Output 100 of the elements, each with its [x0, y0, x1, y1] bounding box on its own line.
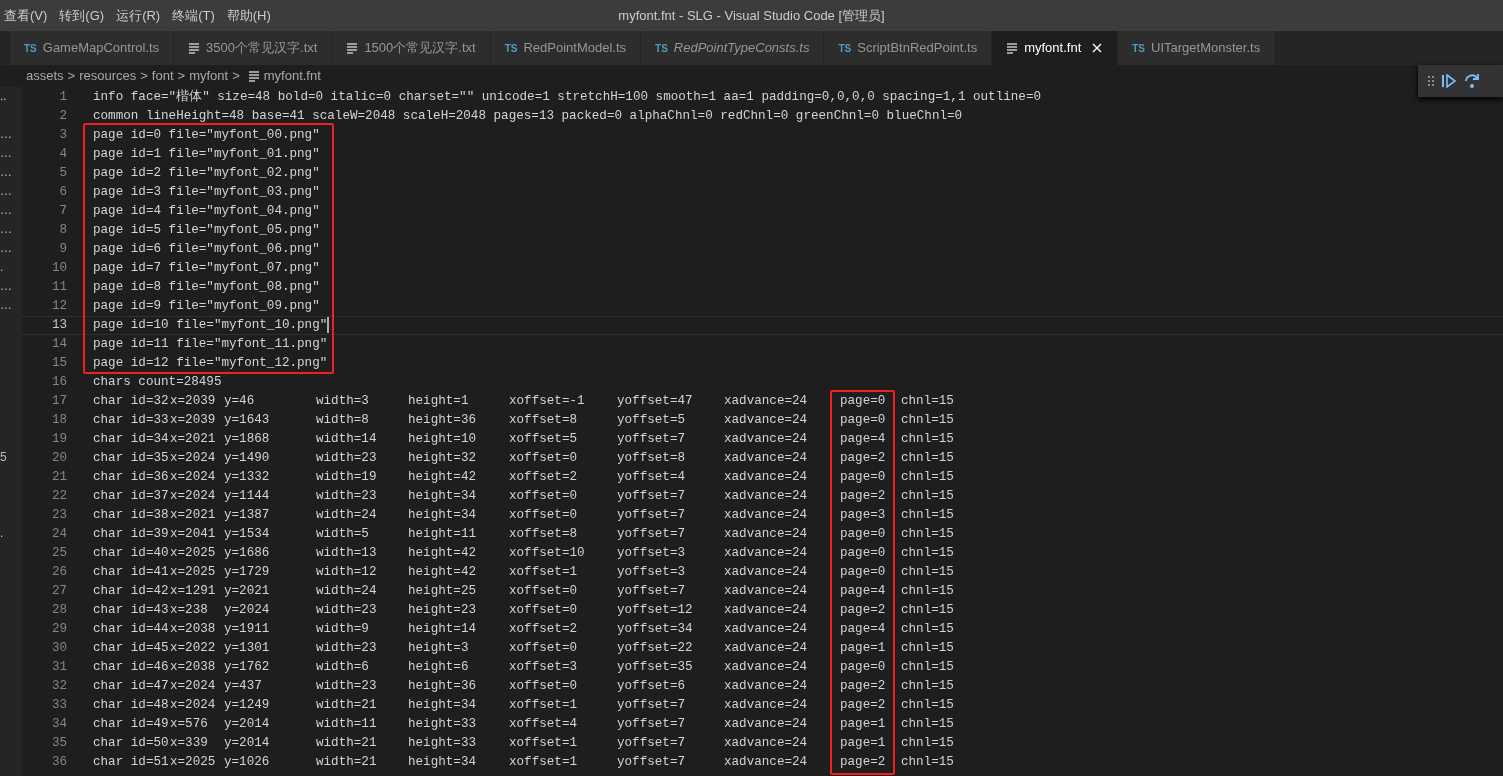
code-token: page=1: [840, 640, 886, 657]
panel-text-fragment: .: [0, 526, 4, 540]
code-token: page=2: [840, 678, 886, 695]
code-line: page id=3 file="myfont_03.png": [93, 184, 320, 201]
editor-tab[interactable]: TS ScriptBtnRedPoint.ts: [824, 31, 993, 65]
code-token: y=437: [224, 678, 262, 695]
panel-text-fragment: …: [0, 203, 12, 217]
code-token: y=1332: [224, 469, 270, 486]
editor-tab[interactable]: 1500个常见汉字.txt: [332, 31, 491, 65]
code-token: yoffset=7: [617, 526, 686, 543]
code-token: chnl=15: [901, 507, 954, 524]
typescript-icon: TS: [24, 40, 37, 56]
code-token: x=2041: [170, 526, 216, 543]
line-number: 5: [58, 165, 67, 182]
code-line: page id=2 file="myfont_02.png": [93, 165, 320, 182]
code-token: width=19: [316, 469, 377, 486]
line-number: 1: [58, 89, 67, 106]
code-token: width=21: [316, 735, 377, 752]
breadcrumb-item[interactable]: assets: [26, 66, 64, 86]
code-token: xoffset=3: [509, 659, 578, 676]
code-token: char id=35: [93, 450, 169, 467]
code-token: page=3: [840, 507, 886, 524]
code-token: width=11: [316, 716, 377, 733]
editor-tab[interactable]: TS GameMapControl.ts: [10, 31, 175, 65]
line-number: 36: [50, 754, 67, 771]
menu-item[interactable]: 帮助(H): [222, 0, 279, 31]
code-token: x=2038: [170, 621, 216, 638]
code-token: page=0: [840, 412, 886, 429]
panel-text-fragment: …: [0, 222, 12, 236]
line-number: 14: [50, 336, 67, 353]
code-token: xoffset=0: [509, 507, 578, 524]
editor-tab[interactable]: TS UITargetMonster.ts: [1118, 31, 1276, 65]
typescript-icon: TS: [838, 40, 852, 56]
code-token: page=0: [840, 545, 886, 562]
code-line: page id=7 file="myfont_07.png": [93, 260, 320, 277]
code-line: page id=9 file="myfont_09.png": [93, 298, 320, 315]
code-token: chnl=15: [901, 469, 954, 486]
code-token: char id=34: [93, 431, 169, 448]
code-token: y=1144: [224, 488, 270, 505]
code-token: xadvance=24: [724, 450, 808, 467]
line-number: 10: [50, 260, 67, 277]
editor-tab[interactable]: TS RedPointModel.ts: [490, 31, 642, 65]
code-token: xoffset=1: [509, 697, 578, 714]
code-token: width=24: [316, 507, 377, 524]
panel-text-fragment: …: [0, 165, 12, 179]
menu-item[interactable]: 运行(R): [112, 0, 169, 31]
code-token: page=2: [840, 697, 886, 714]
code-token: x=2024: [170, 450, 216, 467]
code-token: y=1534: [224, 526, 270, 543]
menu-item[interactable]: 转到(G): [55, 0, 113, 31]
code-token: yoffset=7: [617, 583, 686, 600]
code-line: chars count=28495: [93, 374, 222, 391]
code-token: xoffset=4: [509, 716, 578, 733]
code-line: page id=8 file="myfont_08.png": [93, 279, 320, 296]
code-token: height=34: [408, 507, 477, 524]
code-token: height=34: [408, 697, 477, 714]
code-line: page id=4 file="myfont_04.png": [93, 203, 320, 220]
code-token: height=32: [408, 450, 477, 467]
code-token: xadvance=24: [724, 716, 808, 733]
editor-tab[interactable]: TS RedPointTypeConsts.ts: [641, 31, 825, 65]
continue-icon[interactable]: [1442, 74, 1456, 88]
code-token: width=23: [316, 602, 377, 619]
code-token: char id=50: [93, 735, 169, 752]
menu-item[interactable]: 查看(V): [0, 0, 56, 31]
code-token: width=23: [316, 450, 377, 467]
breadcrumb-separator: >: [177, 67, 186, 86]
breadcrumb-item[interactable]: font: [151, 66, 174, 86]
panel-text-fragment: …: [0, 146, 12, 160]
code-token: xoffset=8: [509, 412, 578, 429]
panel-text-fragment: …: [0, 298, 12, 312]
code-token: char id=41: [93, 564, 169, 581]
editor-tab[interactable]: 3500个常见汉字.txt: [174, 31, 333, 65]
menu-item[interactable]: 终端(T): [168, 0, 223, 31]
breadcrumb-item[interactable]: myfont: [189, 66, 229, 86]
code-token: chnl=15: [901, 754, 954, 771]
code-token: height=6: [408, 659, 469, 676]
line-number: 2: [58, 108, 67, 125]
code-token: xadvance=24: [724, 507, 808, 524]
code-token: y=2021: [224, 583, 270, 600]
code-token: height=14: [408, 621, 477, 638]
code-token: char id=48: [93, 697, 169, 714]
line-number: 3: [58, 127, 67, 144]
text-file-icon: [188, 42, 201, 54]
code-token: xadvance=24: [724, 564, 808, 581]
step-over-icon[interactable]: [1464, 73, 1480, 89]
code-token: page=4: [840, 621, 886, 638]
breadcrumb-item[interactable]: resources: [79, 66, 137, 86]
breadcrumb-item[interactable]: myfont.fnt: [263, 66, 321, 86]
editor-tab[interactable]: myfont.fnt: [992, 31, 1119, 65]
panel-text-fragment: …: [0, 184, 12, 198]
code-token: page=1: [840, 735, 886, 752]
line-number: 28: [50, 602, 67, 619]
code-token: char id=39: [93, 526, 169, 543]
code-token: yoffset=7: [617, 507, 686, 524]
code-token: y=1868: [224, 431, 270, 448]
code-token: y=1249: [224, 697, 270, 714]
code-token: xadvance=24: [724, 621, 808, 638]
code-token: page=4: [840, 431, 886, 448]
code-token: width=6: [316, 659, 369, 676]
code-token: chnl=15: [901, 640, 954, 657]
